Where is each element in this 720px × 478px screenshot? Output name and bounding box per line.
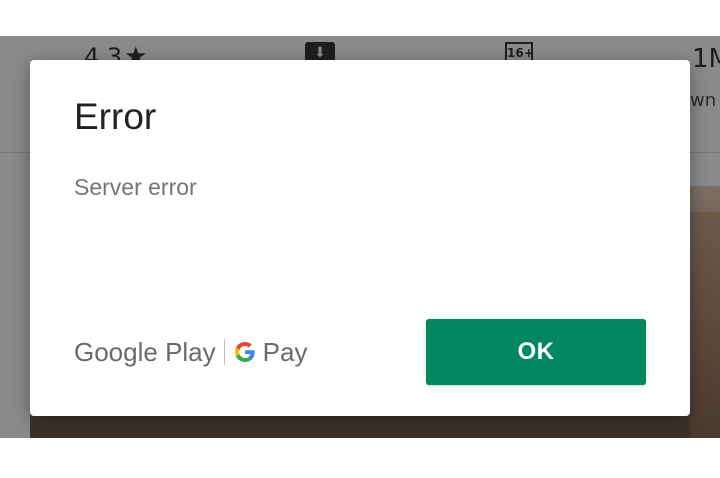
dialog-title: Error <box>74 96 157 137</box>
app-screenshot-thumbnail-next[interactable] <box>690 212 720 438</box>
ok-button[interactable]: OK <box>426 319 646 385</box>
gpay-text: Pay <box>262 336 308 367</box>
branding-separator <box>223 339 225 365</box>
google-g-icon <box>234 342 255 362</box>
google-play-gpay-branding: Google Play Pay <box>74 334 307 370</box>
google-play-logo-text: Google Play <box>74 336 216 367</box>
dialog-message: Server error <box>74 174 197 200</box>
downloads-caption: wn <box>690 90 717 111</box>
error-dialog: Error Server error Google Play Pay OK <box>30 60 690 416</box>
downloads-count: 1M <box>692 44 720 74</box>
app-viewport: 4.3★ ⬇ 16+ 1M wn Error Server error Goog… <box>0 0 720 478</box>
